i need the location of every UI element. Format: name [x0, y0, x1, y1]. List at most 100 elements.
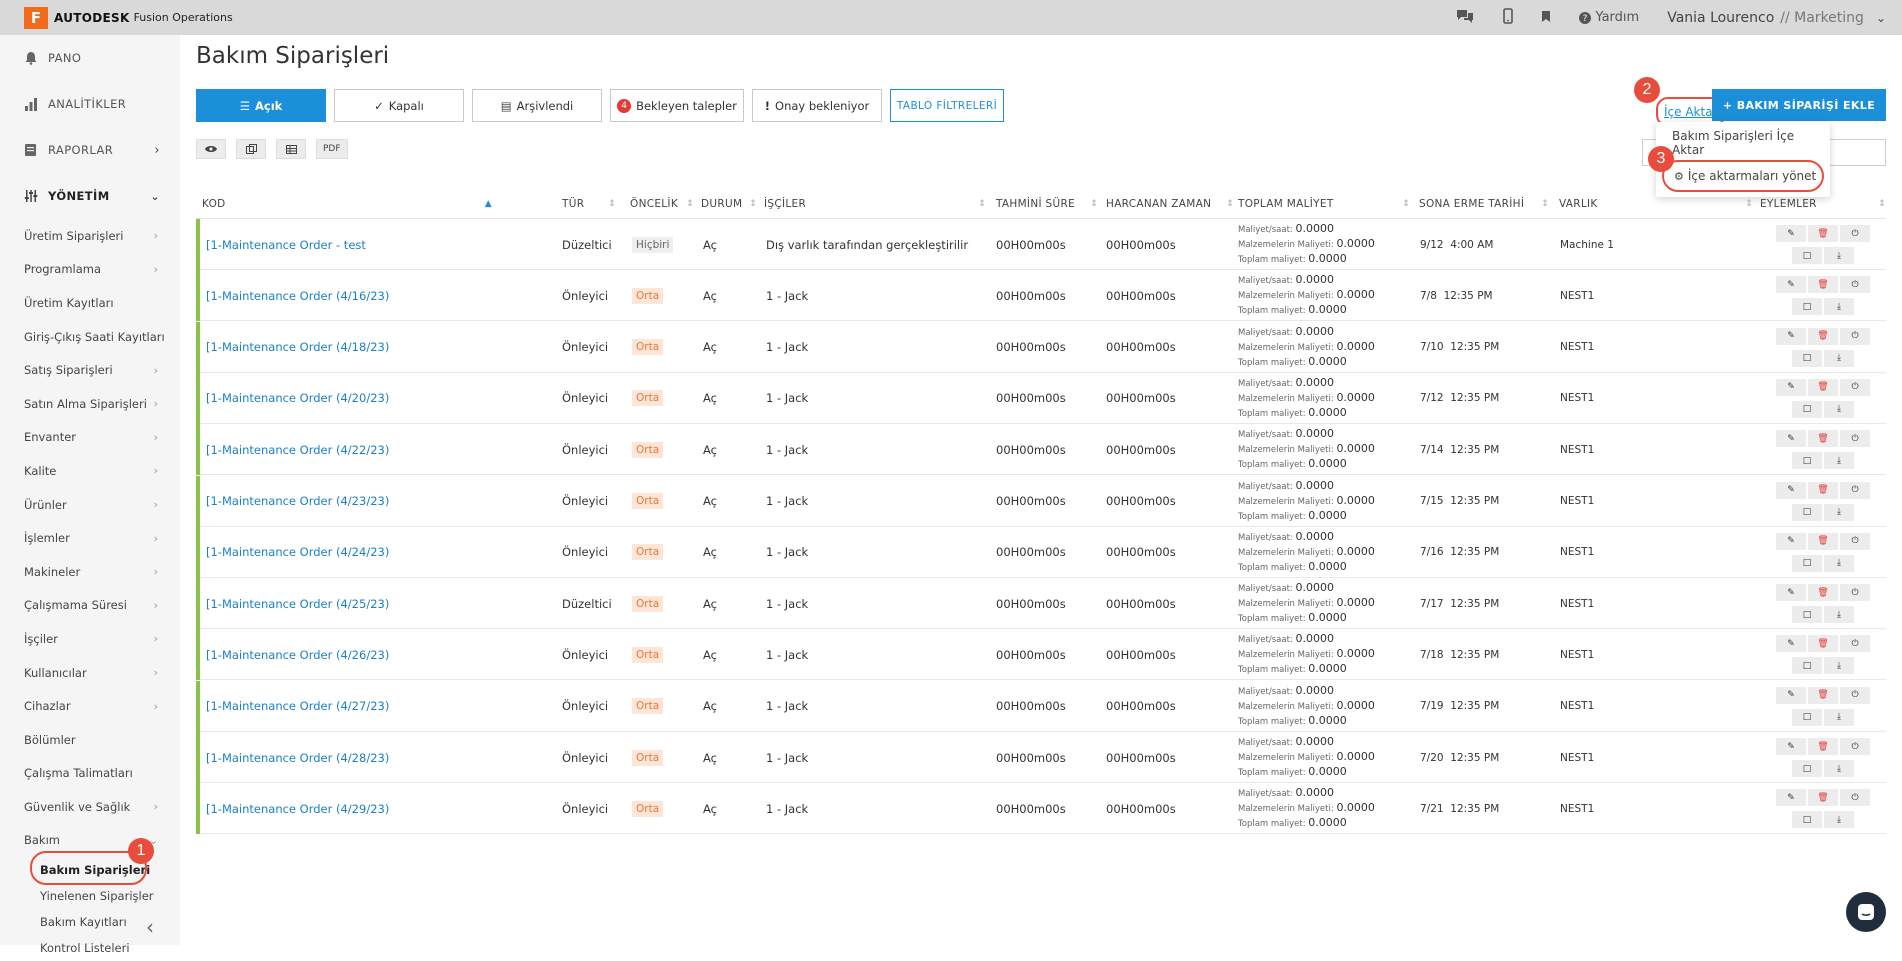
order-code-link[interactable]: [1-Maintenance Order (4/18/23): [206, 322, 389, 373]
sidebar-item-reports[interactable]: RAPORLAR ›: [0, 127, 180, 173]
download-icon[interactable]: ⤓: [1824, 606, 1854, 624]
checkbox-icon[interactable]: □: [1792, 503, 1822, 521]
power-icon[interactable]: ⏻: [1840, 378, 1870, 396]
sidebar-item-analytics[interactable]: ANALİTİKLER: [0, 81, 180, 127]
table-row[interactable]: [1-Maintenance Order - test Düzeltici Hiçb…: [196, 219, 1886, 270]
filter-open-button[interactable]: ☰ Açık: [196, 89, 326, 122]
sidebar-item-operations[interactable]: İşlemler ›: [0, 521, 180, 555]
order-code-link[interactable]: [1-Maintenance Order (4/16/23): [206, 270, 389, 321]
table-row[interactable]: [1-Maintenance Order (4/16/23) Önleyici Or…: [196, 270, 1886, 322]
checkbox-icon[interactable]: □: [1792, 657, 1822, 675]
table-filters-button[interactable]: TABLO FİLTRELERİ: [890, 89, 1004, 122]
filter-closed-button[interactable]: ✓ Kapalı: [334, 89, 464, 122]
sidebar-item-clock-records[interactable]: Giriş-Çıkış Saati Kayıtları: [0, 320, 180, 354]
sidebar-item-departments[interactable]: Bölümler: [0, 723, 180, 757]
col-header-oncelik[interactable]: ÖNCELİK ⇕: [630, 189, 694, 219]
table-row[interactable]: [1-Maintenance Order (4/23/23) Önleyici Or…: [196, 475, 1886, 527]
order-code-link[interactable]: [1-Maintenance Order (4/20/23): [206, 373, 389, 424]
bookmark-icon[interactable]: [1541, 8, 1551, 27]
delete-icon[interactable]: 🗑: [1808, 327, 1838, 345]
sidebar-item-downtime[interactable]: Çalışmama Süresi ›: [0, 589, 180, 623]
download-icon[interactable]: ⤓: [1824, 247, 1854, 264]
edit-icon[interactable]: ✎: [1776, 789, 1806, 807]
order-code-link[interactable]: [1-Maintenance Order (4/23/23): [206, 476, 389, 527]
power-icon[interactable]: ⏻: [1840, 430, 1870, 448]
edit-icon[interactable]: ✎: [1776, 635, 1806, 653]
eye-icon[interactable]: [196, 139, 226, 159]
order-code-link[interactable]: [1-Maintenance Order (4/29/23): [206, 783, 389, 834]
sidebar-item-products[interactable]: Ürünler ›: [0, 488, 180, 522]
col-header-harcanan[interactable]: HARCANAN ZAMAN ⇕: [1106, 189, 1234, 219]
checkbox-icon[interactable]: □: [1792, 811, 1822, 829]
col-header-toplam[interactable]: TOPLAM MALİYET ⇕: [1238, 189, 1410, 219]
download-icon[interactable]: ⤓: [1824, 298, 1854, 316]
col-header-isciler[interactable]: İŞÇİLER ⇕: [764, 189, 986, 219]
table-row[interactable]: [1-Maintenance Order (4/20/23) Önleyici Or…: [196, 372, 1886, 424]
user-menu[interactable]: Vania Lourenco // Marketing ⌄: [1667, 10, 1886, 26]
edit-icon[interactable]: ✎: [1776, 584, 1806, 602]
delete-icon[interactable]: 🗑: [1808, 225, 1838, 242]
pdf-button[interactable]: PDF: [316, 139, 348, 159]
sidebar-item-production-records[interactable]: Üretim Kayıtları: [0, 286, 180, 320]
download-icon[interactable]: ⤓: [1824, 554, 1854, 572]
sidebar-item-work-instructions[interactable]: Çalışma Talimatları: [0, 757, 180, 791]
delete-icon[interactable]: 🗑: [1808, 738, 1838, 755]
col-header-durum[interactable]: DURUM ⇕: [701, 189, 757, 219]
sidebar-item-quality[interactable]: Kalite ›: [0, 454, 180, 488]
edit-icon[interactable]: ✎: [1776, 225, 1806, 242]
mobile-icon[interactable]: [1503, 7, 1514, 28]
import-maintenance-orders-item[interactable]: Bakım Siparişleri İçe Aktar: [1656, 126, 1830, 160]
order-code-link[interactable]: [1-Maintenance Order - test: [206, 219, 366, 270]
delete-icon[interactable]: 🗑: [1808, 686, 1838, 704]
power-icon[interactable]: ⏻: [1840, 276, 1870, 294]
table-row[interactable]: [1-Maintenance Order (4/25/23) Düzeltici O…: [196, 578, 1886, 630]
copy-icon[interactable]: [236, 139, 266, 159]
sidebar-item-machines[interactable]: Makineler ›: [0, 555, 180, 589]
order-code-link[interactable]: [1-Maintenance Order (4/26/23): [206, 629, 389, 680]
edit-icon[interactable]: ✎: [1776, 430, 1806, 448]
col-header-tur[interactable]: TÜR ⇕: [562, 189, 622, 219]
checkbox-icon[interactable]: □: [1792, 708, 1822, 726]
power-icon[interactable]: ⏻: [1840, 686, 1870, 704]
checkbox-icon[interactable]: □: [1792, 760, 1822, 777]
download-icon[interactable]: ⤓: [1824, 760, 1854, 777]
help-link[interactable]: ? Yardım: [1579, 10, 1639, 25]
col-header-eylemler[interactable]: EYLEMLER ⇕: [1760, 189, 1886, 219]
sidebar-item-inventory[interactable]: Envanter ›: [0, 421, 180, 455]
sidebar-item-workers[interactable]: İşçiler ›: [0, 622, 180, 656]
manage-imports-item[interactable]: ⚙ İçe aktarmaları yönet: [1662, 160, 1824, 192]
sidebar-item-production-orders[interactable]: Üretim Siparişleri ›: [0, 219, 180, 253]
power-icon[interactable]: ⏻: [1840, 789, 1870, 807]
delete-icon[interactable]: 🗑: [1808, 378, 1838, 396]
download-icon[interactable]: ⤓: [1824, 708, 1854, 726]
delete-icon[interactable]: 🗑: [1808, 584, 1838, 602]
order-code-link[interactable]: [1-Maintenance Order (4/24/23): [206, 527, 389, 578]
checkbox-icon[interactable]: □: [1792, 606, 1822, 624]
power-icon[interactable]: ⏻: [1840, 225, 1870, 242]
checkbox-icon[interactable]: □: [1792, 298, 1822, 316]
checkbox-icon[interactable]: □: [1792, 452, 1822, 470]
edit-icon[interactable]: ✎: [1776, 276, 1806, 294]
table-row[interactable]: [1-Maintenance Order (4/27/23) Önleyici Or…: [196, 680, 1886, 732]
delete-icon[interactable]: 🗑: [1808, 789, 1838, 807]
table-row[interactable]: [1-Maintenance Order (4/22/23) Önleyici Or…: [196, 424, 1886, 476]
order-code-link[interactable]: [1-Maintenance Order (4/28/23): [206, 732, 389, 783]
sidebar-sub-recurring-orders[interactable]: Yinelenen Siparişler: [0, 883, 180, 909]
table-row[interactable]: [1-Maintenance Order (4/28/23) Önleyici Or…: [196, 732, 1886, 783]
sidebar-item-health-safety[interactable]: Güvenlik ve Sağlık ›: [0, 790, 180, 824]
table-row[interactable]: [1-Maintenance Order (4/29/23) Önleyici Or…: [196, 783, 1886, 835]
sidebar-item-management[interactable]: YÖNETİM ⌄: [0, 173, 180, 219]
col-header-varlik[interactable]: VARLIK ⇕: [1559, 189, 1753, 219]
delete-icon[interactable]: 🗑: [1808, 481, 1838, 499]
sidebar-item-pano[interactable]: PANO: [0, 35, 180, 81]
power-icon[interactable]: ⏻: [1840, 635, 1870, 653]
col-header-tahmini[interactable]: TAHMİNİ SÜRE ⇕: [996, 189, 1098, 219]
sidebar-sub-checklists[interactable]: Kontrol Listeleri: [0, 935, 180, 961]
sidebar-item-purchase-orders[interactable]: Satın Alma Siparişleri ›: [0, 387, 180, 421]
edit-icon[interactable]: ✎: [1776, 686, 1806, 704]
table-row[interactable]: [1-Maintenance Order (4/24/23) Önleyici Or…: [196, 526, 1886, 578]
power-icon[interactable]: ⏻: [1840, 327, 1870, 345]
col-header-sona[interactable]: SONA ERME TARİHİ ⇕: [1419, 189, 1549, 219]
sidebar-item-scheduling[interactable]: Programlama ›: [0, 253, 180, 287]
sidebar-item-devices[interactable]: Cihazlar ›: [0, 689, 180, 723]
